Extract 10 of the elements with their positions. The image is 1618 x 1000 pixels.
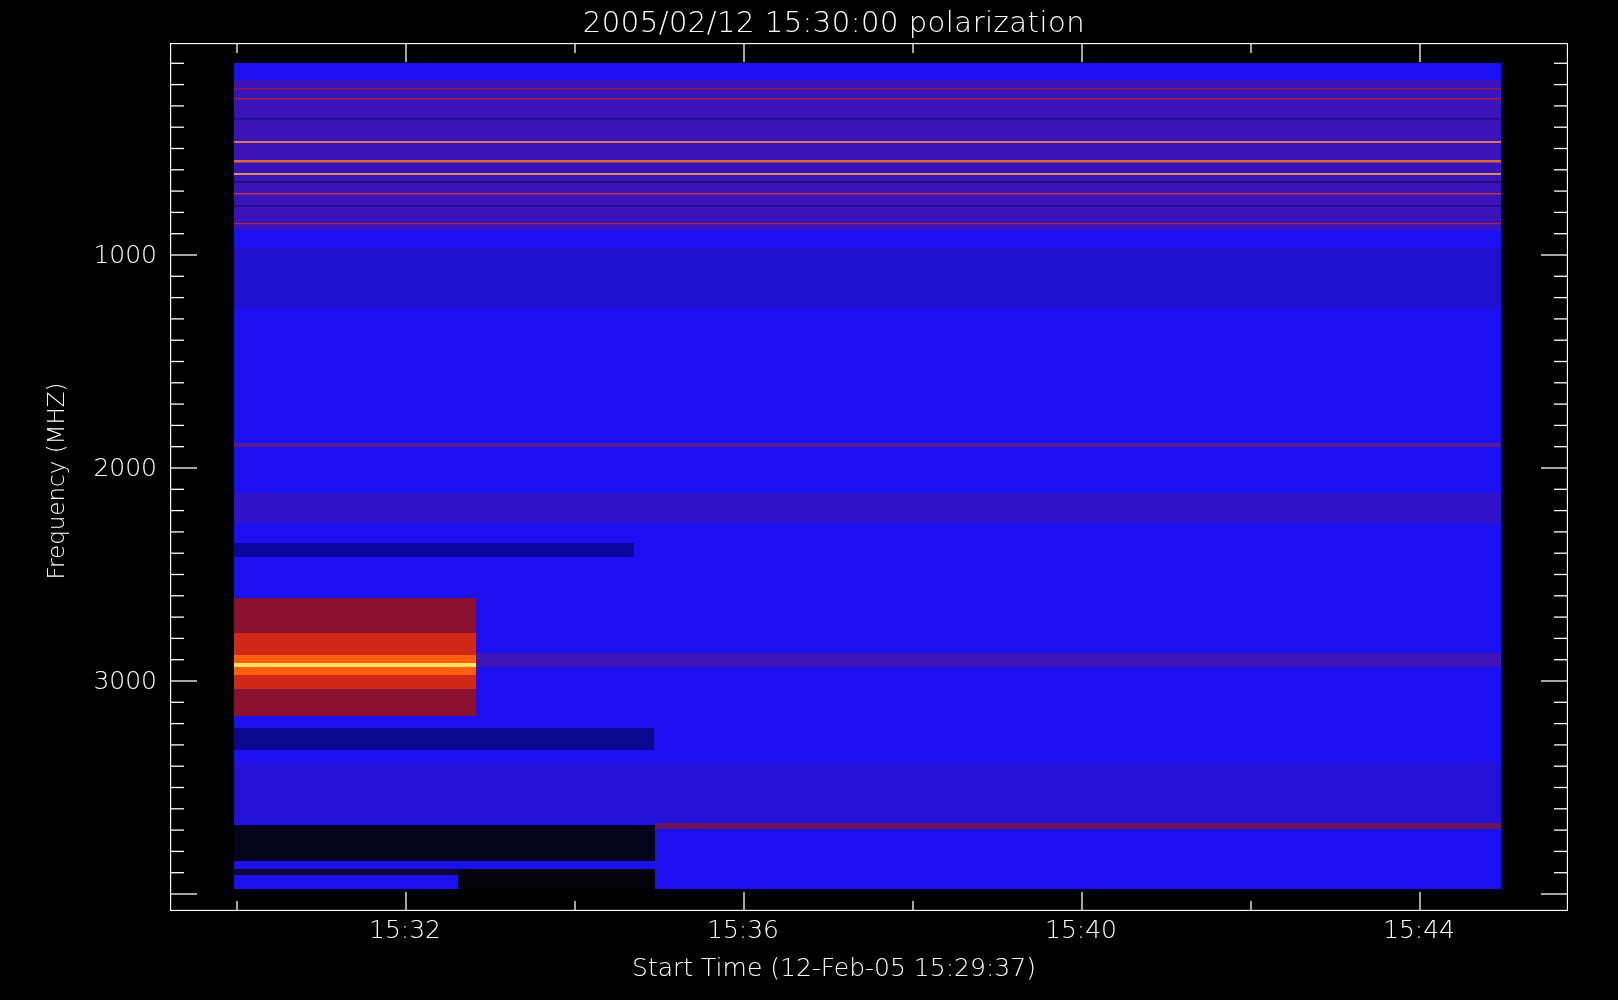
x-tick-label: 15:32 [369,917,441,942]
y-axis-label: Frequency (MHZ) [43,382,69,580]
y-tick-label: 1000 [93,241,157,267]
y-tick-label: 2000 [93,454,157,480]
x-tick-label: 15:40 [1045,917,1117,942]
x-axis-label: Start Time (12-Feb-05 15:29:37) [632,955,1036,984]
x-tick-label: 15:44 [1383,917,1455,942]
plot-title: 2005/02/12 15:30:00 polarization [582,4,1086,39]
x-tick-label: 15:36 [707,917,779,942]
y-tick-label: 3000 [93,667,157,693]
